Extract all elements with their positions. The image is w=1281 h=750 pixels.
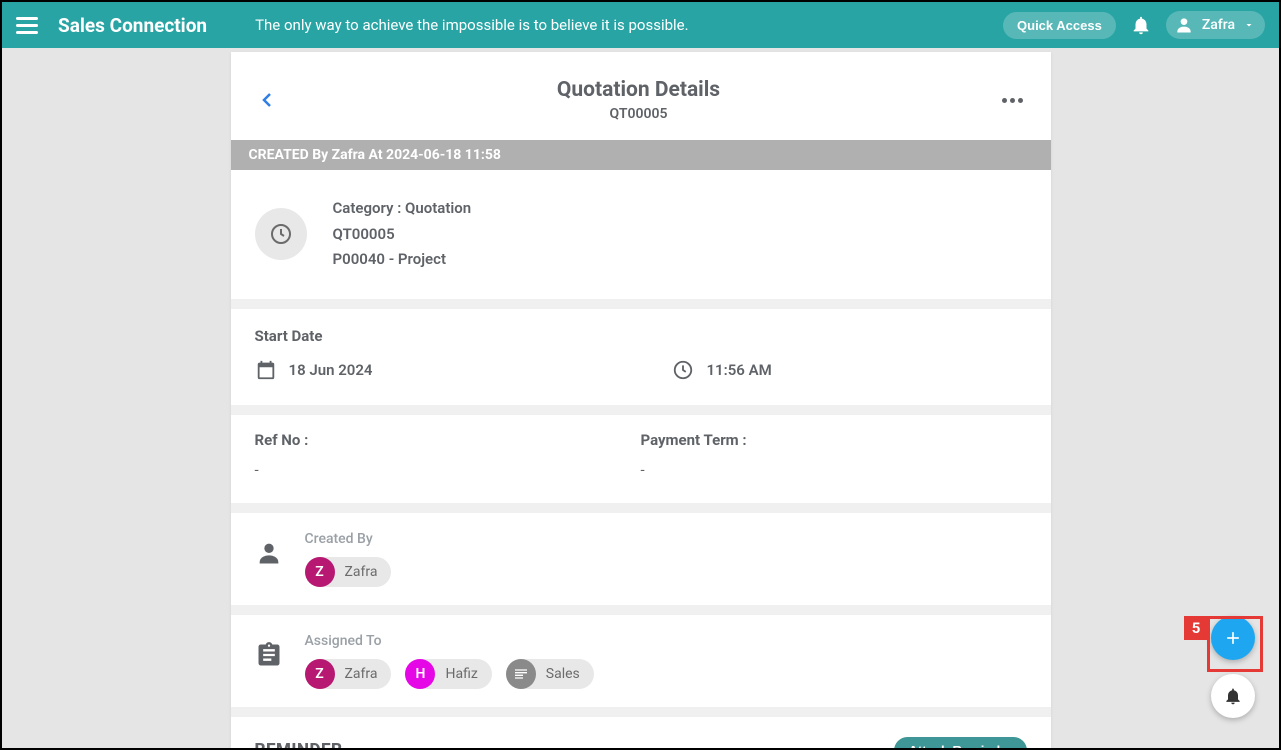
person-badge: Z <box>305 659 335 689</box>
start-date-label: Start Date <box>255 327 1027 345</box>
calendar-icon <box>255 359 277 381</box>
refno-value: - <box>255 461 641 479</box>
payment-label: Payment Term : <box>641 431 1027 449</box>
start-date-value: 18 Jun 2024 <box>255 359 373 381</box>
back-button[interactable] <box>255 88 279 112</box>
bell-icon <box>1223 686 1243 706</box>
clock-icon <box>255 208 307 260</box>
hamburger-menu-icon[interactable] <box>16 13 40 37</box>
top-bar: Sales Connection The only way to achieve… <box>2 2 1279 48</box>
category-line3: P00040 - Project <box>333 247 472 273</box>
notification-bell-icon[interactable] <box>1130 14 1152 36</box>
person-badge: Z <box>305 557 335 587</box>
user-avatar-icon <box>1174 15 1194 35</box>
fab-container <box>1211 616 1255 718</box>
reminder-heading: REMINDER <box>255 740 343 748</box>
refno-label: Ref No : <box>255 431 641 449</box>
quick-access-button[interactable]: Quick Access <box>1003 12 1116 39</box>
person-icon <box>255 539 283 567</box>
time-icon <box>672 359 694 381</box>
category-line1: Category : Quotation <box>333 196 472 222</box>
category-section: Category : Quotation QT00005 P00040 - Pr… <box>231 170 1051 299</box>
alerts-fab-button[interactable] <box>1211 674 1255 718</box>
category-line2: QT00005 <box>333 222 472 248</box>
user-name: Zafra <box>1202 17 1235 33</box>
assignment-icon <box>255 641 283 669</box>
tagline-text: The only way to achieve the impossible i… <box>255 16 1003 34</box>
content-area: Quotation Details QT00005 CREATED By Zaf… <box>2 48 1279 748</box>
person-chip-name: Hafiz <box>445 666 477 682</box>
created-by-section: Created By Z Zafra <box>231 513 1051 605</box>
person-chip[interactable]: Sales <box>506 659 594 689</box>
start-date-section: Start Date 18 Jun 2024 11:56 AM <box>231 309 1051 405</box>
brand-title: Sales Connection <box>58 14 207 37</box>
user-menu[interactable]: Zafra <box>1166 11 1265 39</box>
add-fab-button[interactable] <box>1211 616 1255 660</box>
attach-reminder-button[interactable]: Attach Reminder <box>894 737 1026 749</box>
more-options-button[interactable] <box>999 88 1027 112</box>
person-chip-name: Sales <box>546 666 580 682</box>
start-time-value: 11:56 AM <box>672 359 771 381</box>
page-subtitle: QT00005 <box>279 106 999 122</box>
person-chip[interactable]: H Hafiz <box>405 659 491 689</box>
payment-value: - <box>641 461 1027 479</box>
plus-icon <box>1223 628 1243 648</box>
person-chip[interactable]: Z Zafra <box>305 557 392 587</box>
reminder-section: REMINDER Attach Reminder <box>231 717 1051 749</box>
created-info-bar: CREATED By Zafra At 2024-06-18 11:58 <box>231 140 1051 170</box>
assigned-to-section: Assigned To Z Zafra H Hafiz Sales <box>231 615 1051 707</box>
assigned-to-label: Assigned To <box>305 633 594 649</box>
page-title: Quotation Details <box>279 78 999 102</box>
page-title-block: Quotation Details QT00005 <box>279 78 999 122</box>
person-badge <box>506 659 536 689</box>
category-text: Category : Quotation QT00005 P00040 - Pr… <box>333 196 472 273</box>
chevron-down-icon <box>1243 19 1255 31</box>
person-chip[interactable]: Z Zafra <box>305 659 392 689</box>
person-chip-name: Zafra <box>345 666 378 682</box>
ref-payment-section: Ref No : - Payment Term : - <box>231 415 1051 503</box>
person-chip-name: Zafra <box>345 564 378 580</box>
person-badge: H <box>405 659 435 689</box>
created-by-label: Created By <box>305 531 392 547</box>
card-header: Quotation Details QT00005 <box>231 52 1051 140</box>
detail-card: Quotation Details QT00005 CREATED By Zaf… <box>231 52 1051 748</box>
